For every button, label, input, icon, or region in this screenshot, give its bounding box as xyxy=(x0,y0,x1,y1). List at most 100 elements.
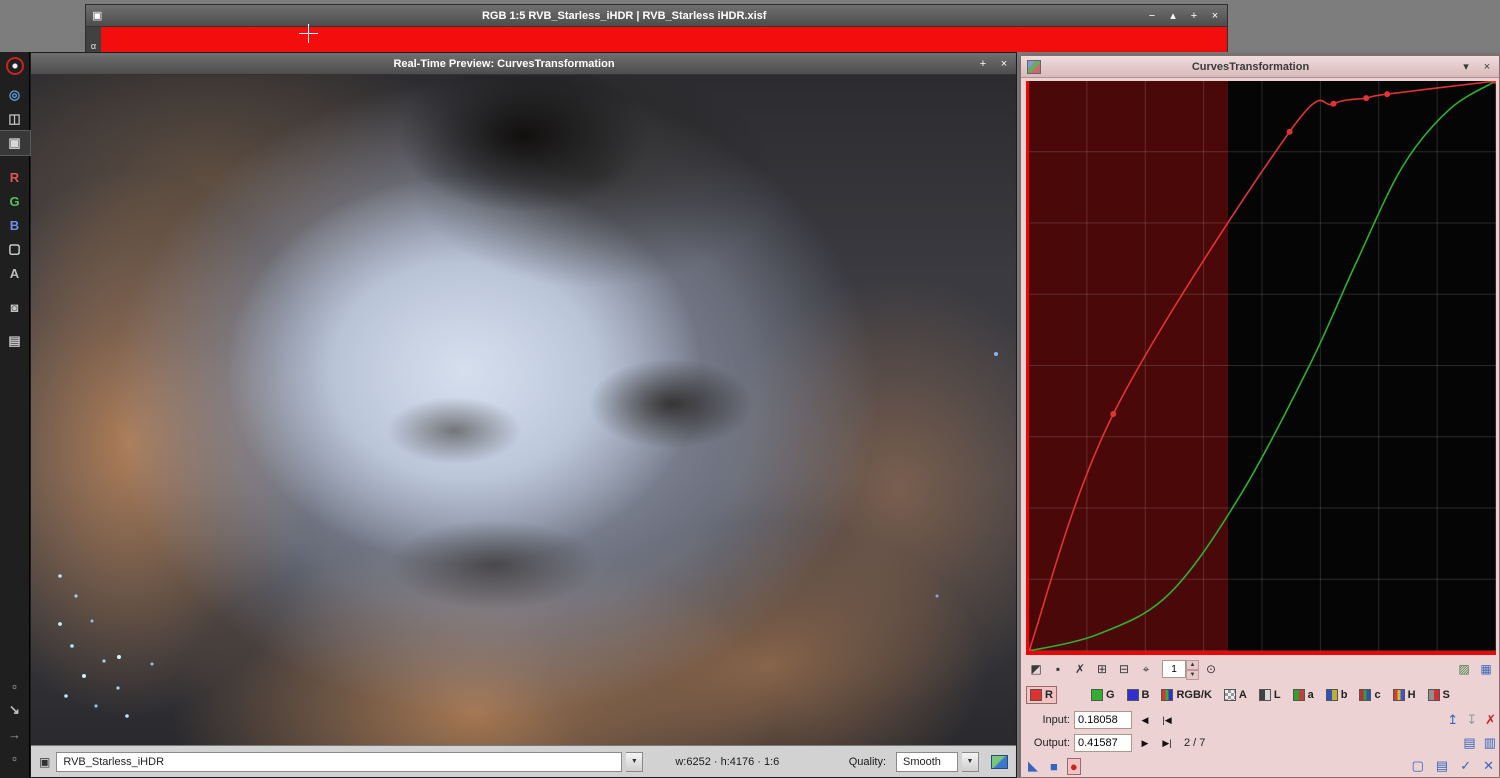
workspace-icon[interactable]: ▣ xyxy=(0,130,31,156)
select-point-mode-icon[interactable]: ▪ xyxy=(1048,659,1068,679)
nebula-preview-image[interactable] xyxy=(31,75,1016,746)
curves-svg xyxy=(1029,81,1496,651)
process-explorer-icon[interactable]: ◎ xyxy=(0,83,30,107)
channel-swatch xyxy=(1392,689,1405,701)
reset-icon[interactable]: ✕ xyxy=(1481,758,1496,774)
minimize-button[interactable]: − xyxy=(1146,10,1158,22)
delete-point-mode-icon[interactable]: ✗ xyxy=(1070,659,1090,679)
camera-icon[interactable]: ◙ xyxy=(0,295,30,319)
close-button[interactable]: × xyxy=(1481,61,1493,73)
pixinsight-logo-icon[interactable] xyxy=(5,57,24,75)
move-point-down-icon[interactable]: ↧ xyxy=(1466,712,1477,728)
alpha-channel-tab[interactable]: α xyxy=(91,41,96,51)
delete-current-point-icon[interactable]: ✗ xyxy=(1485,712,1496,728)
channel-hue-button[interactable]: H xyxy=(1389,686,1420,704)
new-instance-icon[interactable]: ◣ xyxy=(1026,758,1040,774)
alpha-channel-icon[interactable]: A xyxy=(0,261,30,285)
shade-button[interactable]: ▴ xyxy=(1167,9,1179,22)
input-row: Input: ◀ |◀ ↥ ↧ ✗ xyxy=(1026,710,1496,730)
curves-process-icon xyxy=(1027,59,1041,74)
channel-r-button[interactable]: R xyxy=(1026,686,1057,704)
image-window-titlebar[interactable]: ▣ RGB 1:5 RVB_Starless_iHDR | RVB_Starle… xyxy=(86,5,1227,27)
blue-channel-icon[interactable]: B xyxy=(0,213,30,237)
edit-point-mode-icon[interactable]: ◩ xyxy=(1026,659,1046,679)
red-image-content[interactable] xyxy=(101,27,1227,52)
browse-documentation-icon[interactable]: ▤ xyxy=(1434,758,1450,774)
last-point-button[interactable]: ▶| xyxy=(1158,734,1176,752)
curve-toolbar: ◩▪✗⊞⊟⌖ ▲ ▼ ⊙ ▨▦ xyxy=(1026,658,1496,680)
stars xyxy=(31,75,33,77)
output-field[interactable] xyxy=(1074,734,1132,752)
pin-button[interactable]: + xyxy=(1188,10,1200,22)
pan-plot-mode-icon[interactable]: ⌖ xyxy=(1136,659,1156,679)
channel-swatch xyxy=(1126,689,1139,701)
edit-instance-icon[interactable]: ▢ xyxy=(1410,758,1426,774)
show-all-curves-icon[interactable]: ▨ xyxy=(1454,659,1474,679)
zoom-down-button[interactable]: ▼ xyxy=(1186,670,1199,680)
channel-swatch xyxy=(1292,689,1305,701)
restore-curve-icon[interactable]: ▥ xyxy=(1484,735,1496,751)
zoom-11-icon[interactable]: ⊙ xyxy=(1201,659,1221,679)
red-channel-icon[interactable]: R xyxy=(0,165,30,189)
zoom-in-mode-icon[interactable]: ⊞ xyxy=(1092,659,1112,679)
file-explorer-icon[interactable]: ▤ xyxy=(0,329,30,353)
pin-button[interactable]: + xyxy=(977,58,989,70)
histogram-indicator-icon[interactable] xyxy=(991,754,1008,769)
channel-rgbk-button[interactable]: RGB/K xyxy=(1157,686,1215,704)
channel-b-star-button[interactable]: b xyxy=(1322,686,1352,704)
output-row: Output: ▶ ▶| 2 / 7 ▤ ▥ xyxy=(1026,733,1496,753)
channel-g-button[interactable]: G xyxy=(1087,686,1119,704)
channel-row: R G B RGB/K A L a b c H S xyxy=(1026,684,1496,706)
zoom-field[interactable] xyxy=(1162,660,1186,678)
channel-swatch xyxy=(1325,689,1338,701)
image-left-sidebar: α xyxy=(86,27,101,52)
channel-b-button[interactable]: B xyxy=(1123,686,1154,704)
quality-selector[interactable]: Smooth xyxy=(896,751,958,772)
curves-transformation-window: CurvesTransformation ▾ × ◩▪✗⊞⊟⌖ ▲ ▼ ⊙ ▨▦… xyxy=(1020,55,1500,778)
channel-alpha-button[interactable]: A xyxy=(1220,686,1251,704)
move-point-up-icon[interactable]: ↥ xyxy=(1447,712,1458,728)
channel-swatch xyxy=(1359,689,1372,701)
quality-selector-arrow-icon[interactable]: ▼ xyxy=(962,751,979,772)
show-grid-icon[interactable]: ▦ xyxy=(1476,659,1496,679)
pan-mode-icon[interactable]: → xyxy=(0,722,30,746)
channel-c-button[interactable]: c xyxy=(1355,686,1384,704)
iconify-button[interactable]: ▾ xyxy=(1460,60,1472,73)
zoom-mode-icon[interactable]: ▫ xyxy=(0,746,30,770)
zoom-up-button[interactable]: ▲ xyxy=(1186,660,1199,670)
view-selector-value: RVB_Starless_iHDR xyxy=(63,755,165,768)
close-button[interactable]: × xyxy=(1209,10,1221,22)
lightness-icon[interactable]: ▢ xyxy=(0,237,30,261)
green-channel-icon[interactable]: G xyxy=(0,189,30,213)
track-view-icon[interactable]: ✓ xyxy=(1458,758,1473,774)
curve-editor[interactable] xyxy=(1026,81,1496,655)
image-window-title: RGB 1:5 RVB_Starless_iHDR | RVB_Starless… xyxy=(481,9,767,22)
store-curve-icon[interactable]: ▤ xyxy=(1463,735,1475,751)
select-mode-icon[interactable]: ▫ xyxy=(0,674,30,698)
next-point-button[interactable]: ▶ xyxy=(1136,734,1154,752)
point-indicator: 2 / 7 xyxy=(1184,737,1206,749)
view-selector-arrow-icon[interactable]: ▼ xyxy=(626,751,644,772)
curves-titlebar[interactable]: CurvesTransformation ▾ × xyxy=(1021,56,1499,78)
realtime-preview-window: Real-Time Preview: CurvesTransformation … xyxy=(30,52,1017,778)
zoom-out-mode-icon[interactable]: ⊟ xyxy=(1114,659,1134,679)
window-icon: ▣ xyxy=(92,10,103,22)
first-point-button[interactable]: |◀ xyxy=(1158,711,1176,729)
close-button[interactable]: × xyxy=(998,58,1010,70)
new-preview-mode-icon[interactable]: ↘ xyxy=(0,698,30,722)
curves-window-controls: ▾ × xyxy=(1460,60,1493,74)
view-selector[interactable]: RVB_Starless_iHDR xyxy=(56,751,623,772)
view-window-icon: ▣ xyxy=(39,754,51,769)
output-label: Output: xyxy=(1033,737,1070,749)
channel-a-button[interactable]: a xyxy=(1289,686,1318,704)
format-explorer-icon[interactable]: ◫ xyxy=(0,107,30,131)
channel-saturation-button[interactable]: S xyxy=(1424,686,1454,704)
channel-lightness-button[interactable]: L xyxy=(1255,686,1285,704)
apply-icon[interactable]: ■ xyxy=(1048,759,1060,774)
preview-titlebar[interactable]: Real-Time Preview: CurvesTransformation … xyxy=(31,53,1016,75)
previous-point-button[interactable]: ◀ xyxy=(1136,711,1154,729)
realtime-preview-icon[interactable]: ● xyxy=(1066,757,1081,775)
quality-selector-value: Smooth xyxy=(903,755,941,768)
image-dimensions: w:6252 · h:4176 · 1:6 xyxy=(675,755,780,768)
input-field[interactable] xyxy=(1074,711,1132,729)
